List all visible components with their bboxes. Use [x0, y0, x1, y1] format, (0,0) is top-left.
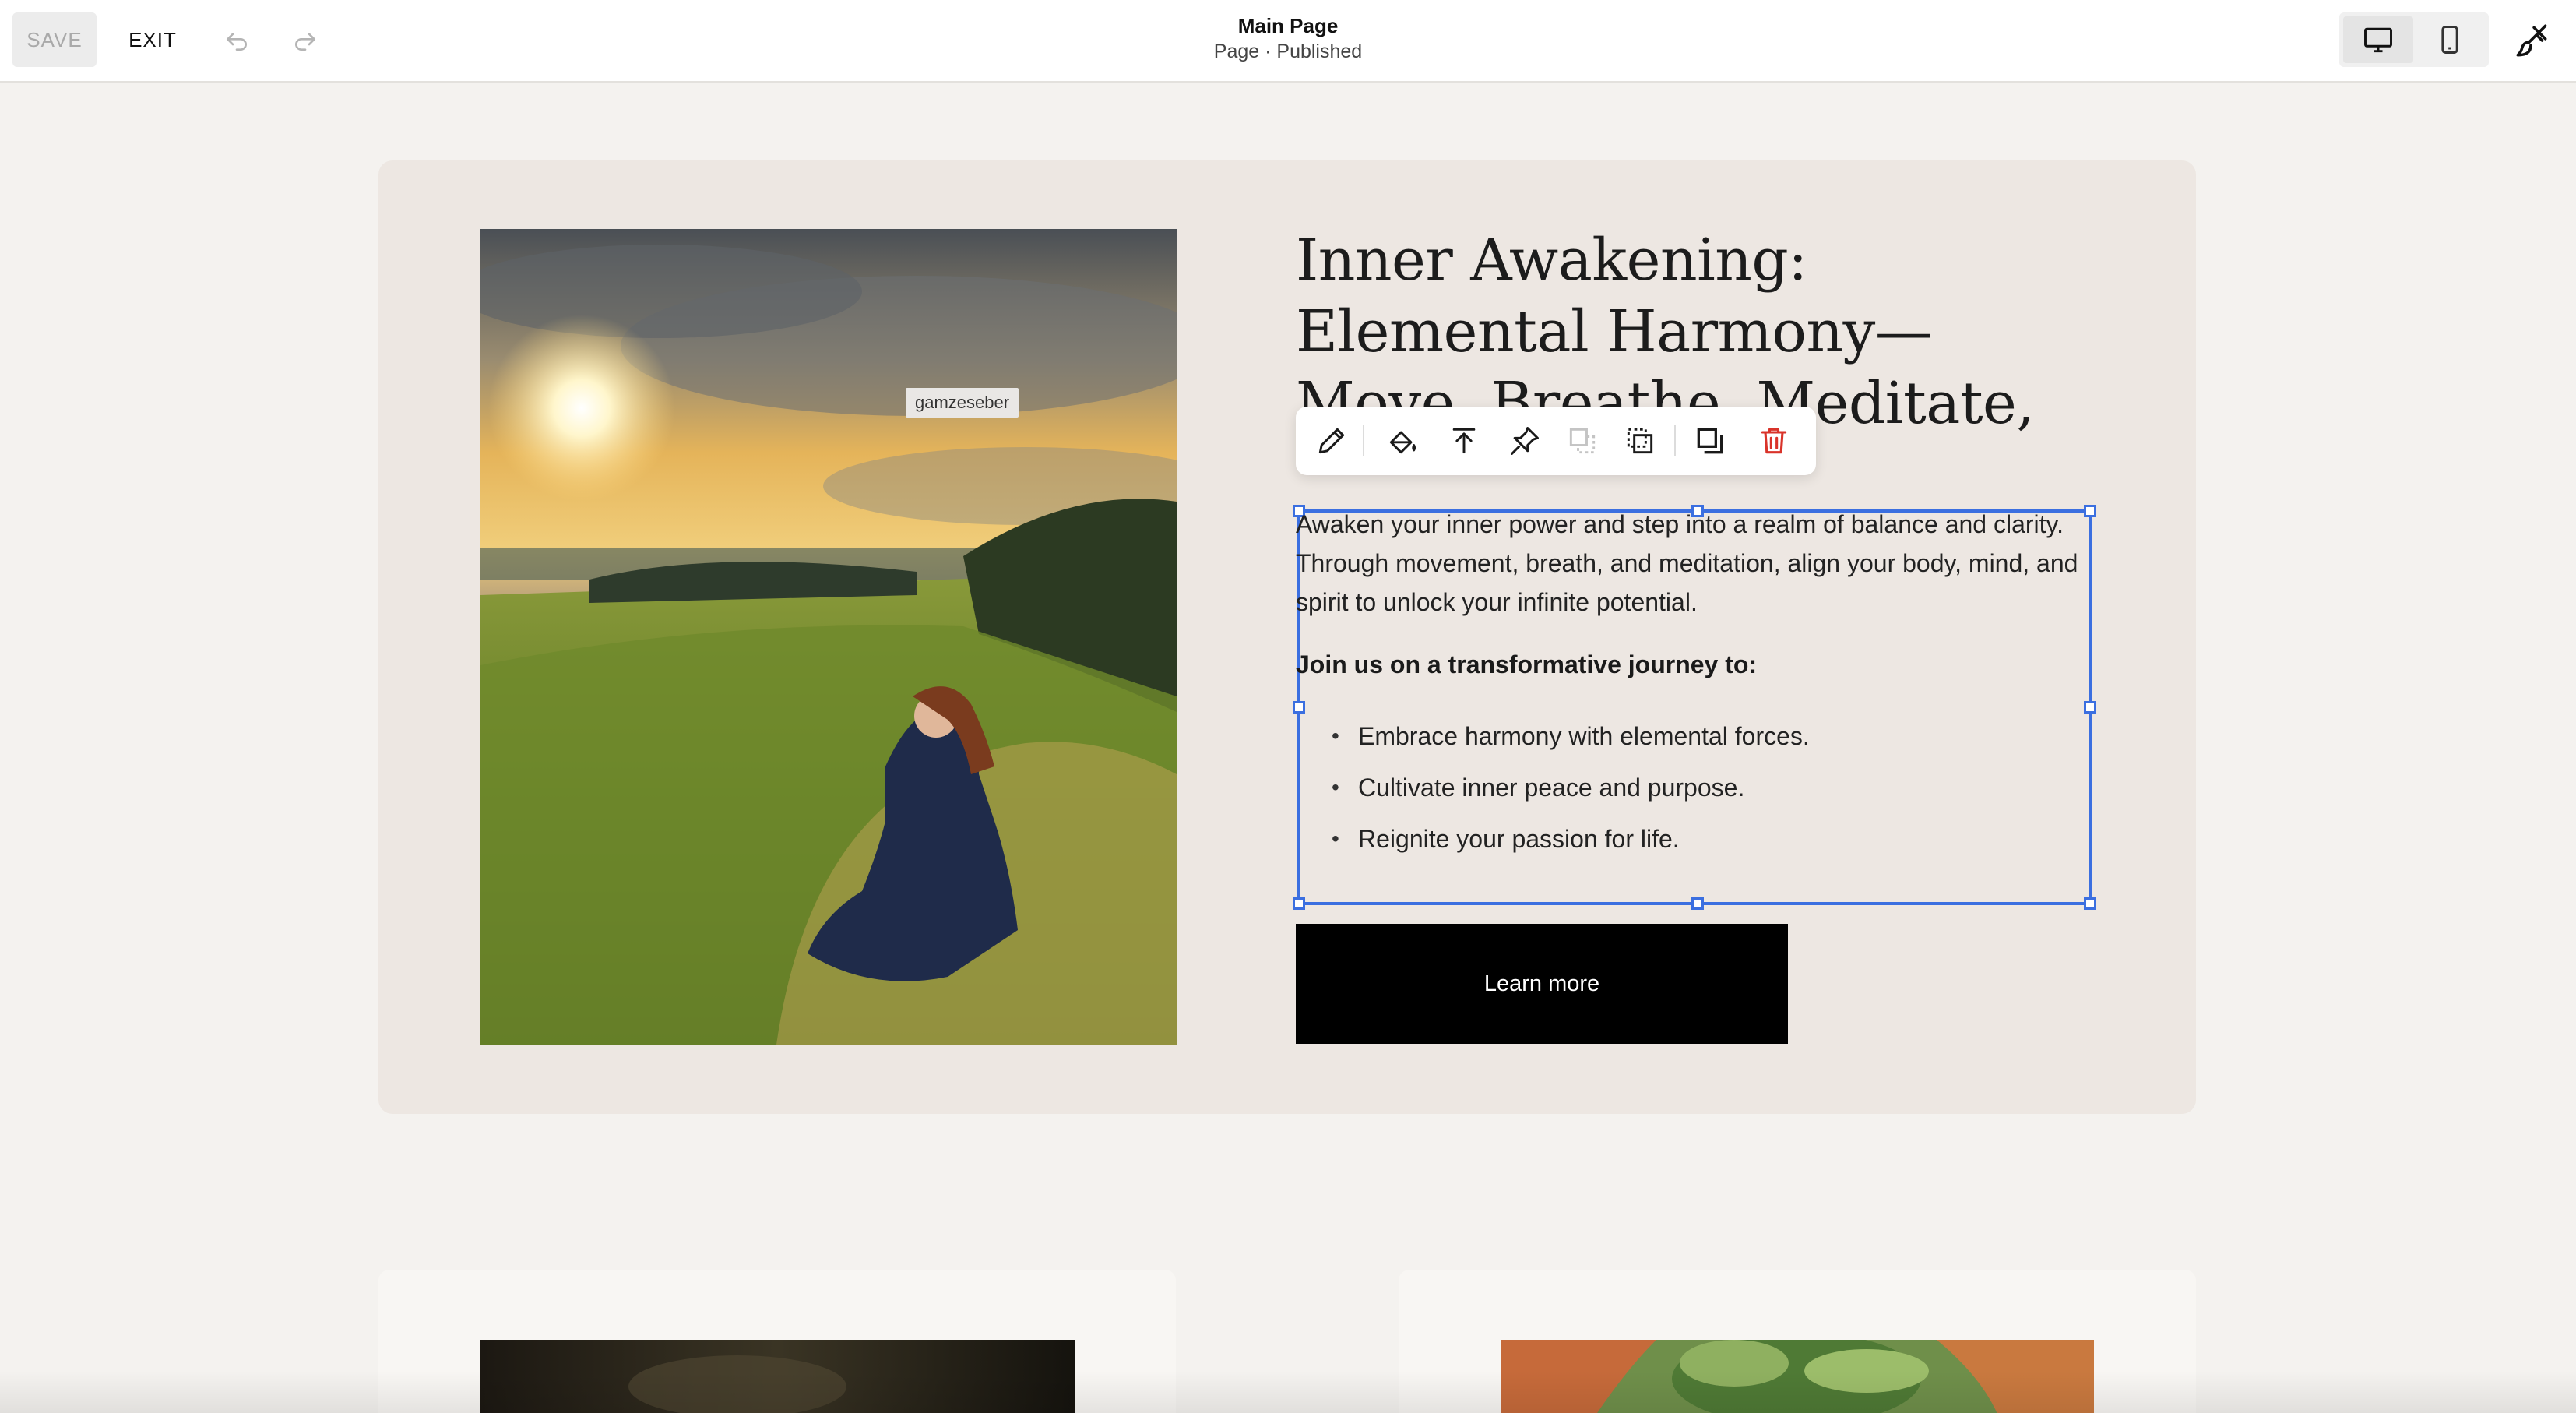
section-paragraph: Awaken your inner power and step into a … [1296, 510, 2078, 616]
desktop-icon[interactable] [2343, 16, 2413, 63]
list-item: Cultivate inner peace and purpose. [1332, 762, 1810, 813]
duplicate-disabled-icon [1564, 422, 1601, 460]
bottom-shadow [0, 1371, 2576, 1413]
page-title-block[interactable]: Main Page Page · Published [1132, 12, 1444, 64]
select-area-icon[interactable] [1621, 422, 1659, 460]
redo-icon[interactable] [285, 20, 326, 61]
fill-bucket-icon[interactable] [1384, 422, 1421, 460]
move-to-top-icon[interactable] [1445, 422, 1483, 460]
section-image[interactable] [480, 229, 1177, 1045]
edit-pencil-icon[interactable] [1313, 422, 1350, 460]
copy-layers-icon[interactable] [1691, 422, 1729, 460]
editor-top-bar: SAVE EXIT Main Page Page · Published [0, 0, 2576, 83]
resize-handle-left[interactable] [1293, 701, 1305, 714]
toolbar-divider [1363, 425, 1364, 456]
save-button[interactable]: SAVE [12, 12, 97, 67]
resize-handle-bottom-right[interactable] [2084, 897, 2096, 910]
resize-handle-bottom-left[interactable] [1293, 897, 1305, 910]
learn-more-button[interactable]: Learn more [1296, 924, 1788, 1044]
benefit-list: Embrace harmony with elemental forces. C… [1332, 710, 1810, 865]
resize-handle-right[interactable] [2084, 701, 2096, 714]
resize-handle-bottom[interactable] [1691, 897, 1704, 910]
block-toolbar [1296, 407, 1816, 475]
list-item: Embrace harmony with elemental forces. [1332, 710, 1810, 762]
undo-icon[interactable] [216, 20, 257, 61]
paintbrush-icon[interactable] [2509, 17, 2556, 64]
pin-icon[interactable] [1506, 422, 1543, 460]
mobile-icon[interactable] [2415, 16, 2485, 63]
photo-credit: gamzeseber [906, 388, 1019, 418]
page-status: Page · Published [1213, 41, 1363, 62]
toolbar-divider [1674, 425, 1676, 456]
page-title: Main Page [1237, 14, 1339, 37]
list-item: Reignite your passion for life. [1332, 813, 1810, 865]
device-toggle [2339, 12, 2489, 67]
trash-icon[interactable] [1755, 422, 1793, 460]
exit-button[interactable]: EXIT [117, 12, 188, 67]
section-subheading: Join us on a transformative journey to: [1296, 650, 1758, 678]
